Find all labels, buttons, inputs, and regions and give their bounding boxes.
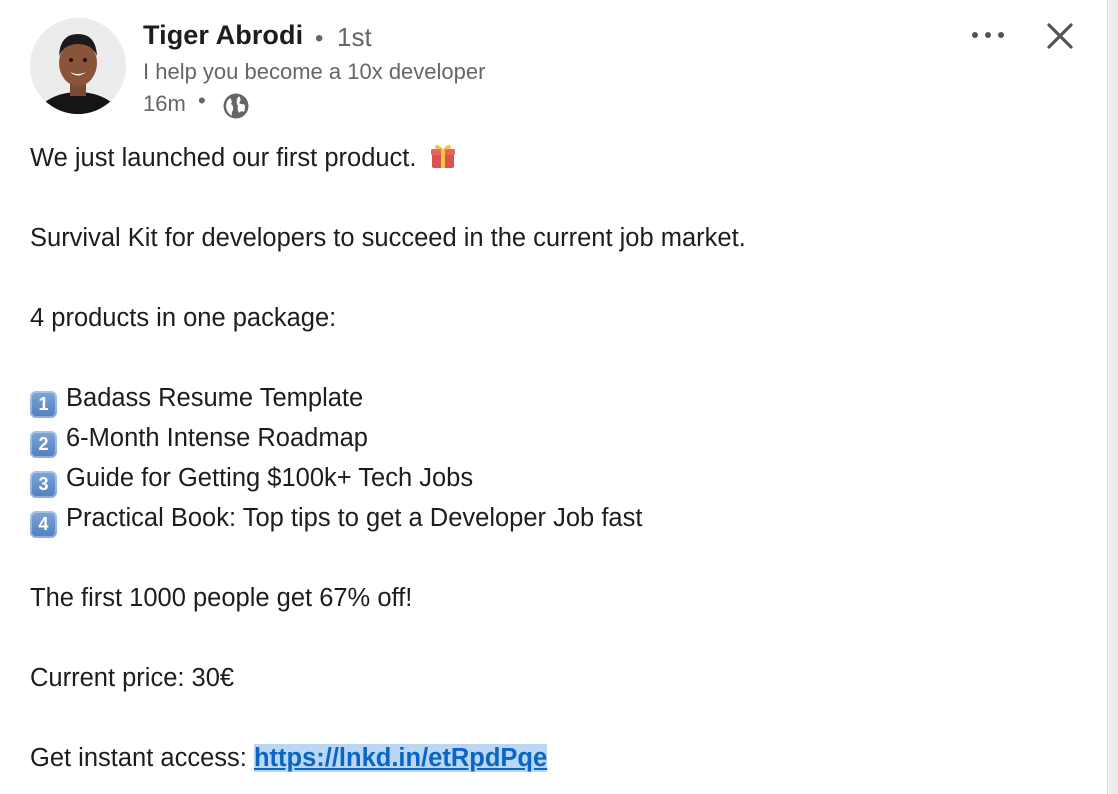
name-degree-separator: •: [315, 25, 324, 52]
keycap-3-icon: 3: [30, 471, 57, 498]
author-avatar[interactable]: [30, 18, 126, 114]
globe-icon: [223, 93, 249, 119]
author-headline: I help you become a 10x developer: [143, 59, 486, 84]
keycap-2-icon: 2: [30, 431, 57, 458]
list-item: 3 Guide for Getting $100k+ Tech Jobs: [30, 458, 1090, 498]
access-label: Get instant access:: [30, 744, 254, 772]
post-line: Survival Kit for developers to succeed i…: [30, 224, 746, 252]
list-item-text: Badass Resume Template: [66, 384, 364, 412]
close-button[interactable]: [1040, 16, 1080, 56]
window-edge: [1107, 0, 1118, 794]
author-name[interactable]: Tiger Abrodi: [143, 20, 303, 51]
keycap-4-icon: 4: [30, 511, 57, 538]
connection-degree: 1st: [337, 22, 372, 52]
time-separator: •: [198, 88, 206, 113]
access-link[interactable]: https://lnkd.in/etRpdPqe: [253, 744, 548, 772]
avatar-image: [30, 18, 126, 114]
post-body: We just launched our first product. Surv…: [30, 138, 1090, 778]
list-item: 2 6-Month Intense Roadmap: [30, 418, 1090, 458]
access-line: Get instant access: https://lnkd.in/etRp…: [30, 738, 1090, 778]
list-item-text: Guide for Getting $100k+ Tech Jobs: [66, 464, 474, 492]
more-horizontal-icon: [998, 32, 1004, 38]
list-item-text: Practical Book: Top tips to get a Develo…: [66, 504, 643, 532]
close-icon: [1047, 23, 1073, 49]
post-intro-text: We just launched our first product.: [30, 144, 417, 172]
list-item: 1 Badass Resume Template: [30, 378, 1090, 418]
list-item: 4 Practical Book: Top tips to get a Devel…: [30, 498, 1090, 538]
post-line: We just launched our first product.: [30, 138, 1090, 178]
price-line: Current price: 30€: [30, 664, 235, 692]
more-horizontal-icon: [985, 32, 991, 38]
more-options-button[interactable]: [962, 22, 1014, 48]
keycap-1-icon: 1: [30, 391, 57, 418]
gift-emoji-icon: [430, 144, 455, 168]
post-line: 4 products in one package:: [30, 304, 337, 332]
more-horizontal-icon: [972, 32, 978, 38]
post-time: 16m: [143, 91, 186, 116]
list-item-text: 6-Month Intense Roadmap: [66, 424, 368, 452]
offer-line: The first 1000 people get 67% off!: [30, 584, 413, 612]
